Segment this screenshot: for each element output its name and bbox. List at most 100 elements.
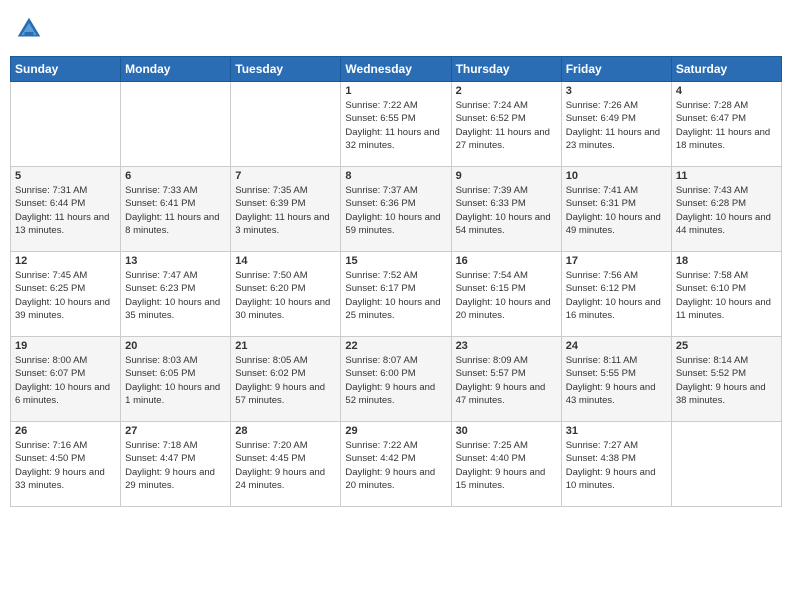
day-info: Sunrise: 7:25 AM Sunset: 4:40 PM Dayligh…	[456, 439, 557, 492]
day-number: 12	[15, 255, 116, 267]
calendar-cell: 7 Sunrise: 7:35 AM Sunset: 6:39 PM Daylig…	[231, 167, 341, 252]
day-number: 16	[456, 255, 557, 267]
day-info: Sunrise: 8:03 AM Sunset: 6:05 PM Dayligh…	[125, 354, 226, 407]
calendar-cell: 26Sunrise: 7:16 AM Sunset: 4:50 PM Dayli…	[11, 422, 121, 507]
calendar-cell: 12Sunrise: 7:45 AM Sunset: 6:25 PM Dayli…	[11, 252, 121, 337]
day-number: 10	[566, 170, 667, 182]
day-info: Sunrise: 7:43 AM Sunset: 6:28 PM Dayligh…	[676, 184, 777, 237]
calendar-cell: 24Sunrise: 8:11 AM Sunset: 5:55 PM Dayli…	[561, 337, 671, 422]
calendar-cell: 14Sunrise: 7:50 AM Sunset: 6:20 PM Dayli…	[231, 252, 341, 337]
calendar-week-4: 26Sunrise: 7:16 AM Sunset: 4:50 PM Dayli…	[11, 422, 782, 507]
day-info: Sunrise: 8:09 AM Sunset: 5:57 PM Dayligh…	[456, 354, 557, 407]
day-number: 7	[235, 170, 336, 182]
day-info: Sunrise: 8:07 AM Sunset: 6:00 PM Dayligh…	[345, 354, 446, 407]
day-number: 11	[676, 170, 777, 182]
calendar-week-2: 12Sunrise: 7:45 AM Sunset: 6:25 PM Dayli…	[11, 252, 782, 337]
day-number: 29	[345, 425, 446, 437]
day-number: 6	[125, 170, 226, 182]
day-info: Sunrise: 7:28 AM Sunset: 6:47 PM Dayligh…	[676, 99, 777, 152]
day-info: Sunrise: 7:24 AM Sunset: 6:52 PM Dayligh…	[456, 99, 557, 152]
calendar-cell: 17 Sunrise: 7:56 AM Sunset: 6:12 PM Dayli…	[561, 252, 671, 337]
day-number: 17	[566, 255, 667, 267]
day-number: 1	[345, 85, 446, 97]
calendar-cell: 18Sunrise: 7:58 AM Sunset: 6:10 PM Dayli…	[671, 252, 781, 337]
calendar-cell: 31Sunrise: 7:27 AM Sunset: 4:38 PM Dayli…	[561, 422, 671, 507]
calendar-cell: 15 Sunrise: 7:52 AM Sunset: 6:17 PM Dayli…	[341, 252, 451, 337]
day-info: Sunrise: 7:26 AM Sunset: 6:49 PM Dayligh…	[566, 99, 667, 152]
day-info: Sunrise: 7:52 AM Sunset: 6:17 PM Dayligh…	[345, 269, 446, 322]
calendar-cell: 19 Sunrise: 8:00 AM Sunset: 6:07 PM Dayli…	[11, 337, 121, 422]
day-header-sunday: Sunday	[11, 57, 121, 82]
day-header-saturday: Saturday	[671, 57, 781, 82]
day-info: Sunrise: 7:18 AM Sunset: 4:47 PM Dayligh…	[125, 439, 226, 492]
logo-icon	[14, 14, 44, 44]
day-info: Sunrise: 7:56 AM Sunset: 6:12 PM Dayligh…	[566, 269, 667, 322]
calendar-cell: 23Sunrise: 8:09 AM Sunset: 5:57 PM Dayli…	[451, 337, 561, 422]
day-number: 25	[676, 340, 777, 352]
day-info: Sunrise: 7:20 AM Sunset: 4:45 PM Dayligh…	[235, 439, 336, 492]
day-number: 28	[235, 425, 336, 437]
calendar-cell: 20 Sunrise: 8:03 AM Sunset: 6:05 PM Dayli…	[121, 337, 231, 422]
day-info: Sunrise: 8:11 AM Sunset: 5:55 PM Dayligh…	[566, 354, 667, 407]
day-number: 30	[456, 425, 557, 437]
calendar-cell: 16 Sunrise: 7:54 AM Sunset: 6:15 PM Dayli…	[451, 252, 561, 337]
calendar-cell: 10 Sunrise: 7:41 AM Sunset: 6:31 PM Dayli…	[561, 167, 671, 252]
calendar-week-0: 1 Sunrise: 7:22 AM Sunset: 6:55 PM Daylig…	[11, 82, 782, 167]
day-number: 21	[235, 340, 336, 352]
day-info: Sunrise: 8:14 AM Sunset: 5:52 PM Dayligh…	[676, 354, 777, 407]
calendar-cell: 11 Sunrise: 7:43 AM Sunset: 6:28 PM Dayli…	[671, 167, 781, 252]
day-number: 5	[15, 170, 116, 182]
page: SundayMondayTuesdayWednesdayThursdayFrid…	[0, 0, 792, 612]
day-info: Sunrise: 7:35 AM Sunset: 6:39 PM Dayligh…	[235, 184, 336, 237]
day-info: Sunrise: 7:37 AM Sunset: 6:36 PM Dayligh…	[345, 184, 446, 237]
calendar-cell: 13 Sunrise: 7:47 AM Sunset: 6:23 PM Dayli…	[121, 252, 231, 337]
calendar-cell: 3 Sunrise: 7:26 AM Sunset: 6:49 PM Daylig…	[561, 82, 671, 167]
day-number: 8	[345, 170, 446, 182]
day-number: 26	[15, 425, 116, 437]
header	[10, 10, 782, 48]
day-header-tuesday: Tuesday	[231, 57, 341, 82]
day-info: Sunrise: 7:50 AM Sunset: 6:20 PM Dayligh…	[235, 269, 336, 322]
calendar-cell: 21 Sunrise: 8:05 AM Sunset: 6:02 PM Dayli…	[231, 337, 341, 422]
day-header-friday: Friday	[561, 57, 671, 82]
calendar-cell: 22Sunrise: 8:07 AM Sunset: 6:00 PM Dayli…	[341, 337, 451, 422]
day-info: Sunrise: 7:31 AM Sunset: 6:44 PM Dayligh…	[15, 184, 116, 237]
calendar-cell	[231, 82, 341, 167]
logo	[14, 14, 46, 44]
day-number: 20	[125, 340, 226, 352]
day-info: Sunrise: 8:05 AM Sunset: 6:02 PM Dayligh…	[235, 354, 336, 407]
calendar-cell: 28 Sunrise: 7:20 AM Sunset: 4:45 PM Dayli…	[231, 422, 341, 507]
day-info: Sunrise: 7:22 AM Sunset: 4:42 PM Dayligh…	[345, 439, 446, 492]
day-header-monday: Monday	[121, 57, 231, 82]
calendar: SundayMondayTuesdayWednesdayThursdayFrid…	[10, 56, 782, 507]
day-number: 2	[456, 85, 557, 97]
calendar-cell: 27Sunrise: 7:18 AM Sunset: 4:47 PM Dayli…	[121, 422, 231, 507]
calendar-cell: 30 Sunrise: 7:25 AM Sunset: 4:40 PM Dayli…	[451, 422, 561, 507]
calendar-cell: 2 Sunrise: 7:24 AM Sunset: 6:52 PM Daylig…	[451, 82, 561, 167]
calendar-week-1: 5 Sunrise: 7:31 AM Sunset: 6:44 PM Daylig…	[11, 167, 782, 252]
day-header-wednesday: Wednesday	[341, 57, 451, 82]
day-info: Sunrise: 7:47 AM Sunset: 6:23 PM Dayligh…	[125, 269, 226, 322]
calendar-cell	[11, 82, 121, 167]
calendar-cell: 25 Sunrise: 8:14 AM Sunset: 5:52 PM Dayli…	[671, 337, 781, 422]
calendar-cell	[121, 82, 231, 167]
calendar-week-3: 19 Sunrise: 8:00 AM Sunset: 6:07 PM Dayli…	[11, 337, 782, 422]
day-number: 31	[566, 425, 667, 437]
calendar-header-row: SundayMondayTuesdayWednesdayThursdayFrid…	[11, 57, 782, 82]
day-number: 13	[125, 255, 226, 267]
day-info: Sunrise: 7:22 AM Sunset: 6:55 PM Dayligh…	[345, 99, 446, 152]
calendar-cell: 6Sunrise: 7:33 AM Sunset: 6:41 PM Daylig…	[121, 167, 231, 252]
day-info: Sunrise: 7:54 AM Sunset: 6:15 PM Dayligh…	[456, 269, 557, 322]
day-number: 19	[15, 340, 116, 352]
calendar-cell: 1 Sunrise: 7:22 AM Sunset: 6:55 PM Daylig…	[341, 82, 451, 167]
day-info: Sunrise: 7:41 AM Sunset: 6:31 PM Dayligh…	[566, 184, 667, 237]
day-info: Sunrise: 7:39 AM Sunset: 6:33 PM Dayligh…	[456, 184, 557, 237]
calendar-cell: 8 Sunrise: 7:37 AM Sunset: 6:36 PM Daylig…	[341, 167, 451, 252]
calendar-cell: 9Sunrise: 7:39 AM Sunset: 6:33 PM Daylig…	[451, 167, 561, 252]
day-info: Sunrise: 8:00 AM Sunset: 6:07 PM Dayligh…	[15, 354, 116, 407]
day-info: Sunrise: 7:58 AM Sunset: 6:10 PM Dayligh…	[676, 269, 777, 322]
day-number: 3	[566, 85, 667, 97]
calendar-cell: 5 Sunrise: 7:31 AM Sunset: 6:44 PM Daylig…	[11, 167, 121, 252]
day-number: 15	[345, 255, 446, 267]
calendar-cell: 4Sunrise: 7:28 AM Sunset: 6:47 PM Daylig…	[671, 82, 781, 167]
